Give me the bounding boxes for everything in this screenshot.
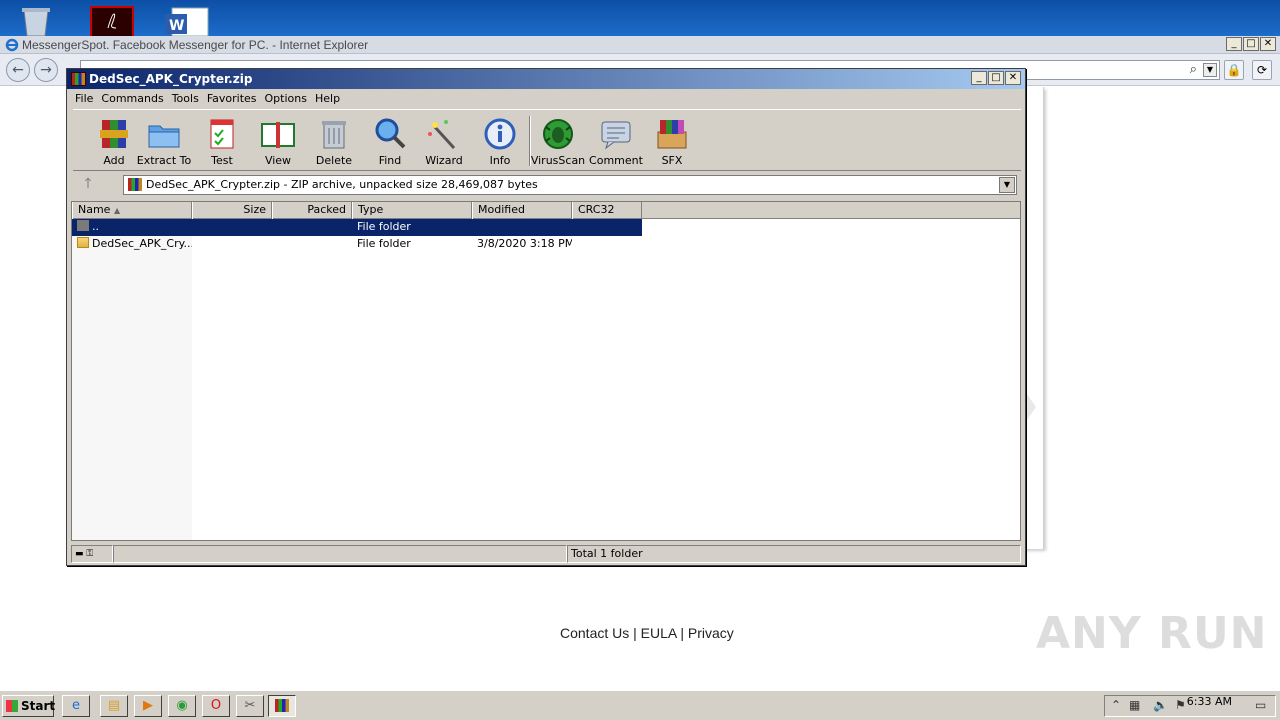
taskbar-opera-icon[interactable]: O xyxy=(202,695,230,717)
menu-help[interactable]: Help xyxy=(311,92,344,105)
file-list[interactable]: Name ▲ Size Packed Type Modified CRC32 .… xyxy=(71,201,1021,541)
menu-commands[interactable]: Commands xyxy=(97,92,167,105)
add-archive-icon xyxy=(96,116,132,152)
desktop: W xyxy=(0,0,1280,36)
windows-flag-icon xyxy=(6,700,18,712)
delete-button[interactable]: Delete xyxy=(305,112,363,168)
minimize-button[interactable]: _ xyxy=(1226,37,1242,51)
archive-icon xyxy=(128,178,142,191)
winrar-window: DedSec_APK_Crypter.zip _ □ ✕ File Comman… xyxy=(66,68,1026,566)
comment-icon xyxy=(598,116,634,152)
taskbar-winrar-icon[interactable] xyxy=(268,695,296,717)
menu-favorites[interactable]: Favorites xyxy=(203,92,261,105)
winrar-minimize-button[interactable]: _ xyxy=(971,71,987,85)
start-button[interactable]: Start xyxy=(2,695,55,717)
column-crc32[interactable]: CRC32 xyxy=(572,202,642,219)
recycle-bin-icon[interactable] xyxy=(18,6,58,36)
folder-icon xyxy=(77,237,89,248)
acrobat-icon[interactable] xyxy=(90,6,134,36)
ie-titlebar: MessengerSpot. Facebook Messenger for PC… xyxy=(0,36,1280,54)
virus-bug-icon xyxy=(540,116,576,152)
winrar-toolbar: Add Extract To Test View Delete Find Wiz… xyxy=(73,109,1021,171)
archive-path-field[interactable]: DedSec_APK_Crypter.zip - ZIP archive, un… xyxy=(123,175,1017,195)
show-desktop-icon[interactable]: ▭ xyxy=(1255,698,1266,712)
info-icon xyxy=(482,116,518,152)
winrar-statusbar: ▬ ⚿ Total 1 folder xyxy=(71,545,1021,563)
winrar-titlebar: DedSec_APK_Crypter.zip _ □ ✕ xyxy=(67,69,1025,89)
action-center-flag-icon[interactable]: ⚑ xyxy=(1175,698,1186,712)
close-button[interactable]: ✕ xyxy=(1260,37,1276,51)
drive-key-icons[interactable]: ▬ ⚿ xyxy=(71,545,113,563)
taskbar-chrome-icon[interactable]: ◉ xyxy=(168,695,196,717)
menu-tools[interactable]: Tools xyxy=(168,92,203,105)
winrar-maximize-button[interactable]: □ xyxy=(988,71,1004,85)
name-column-shading xyxy=(72,219,192,540)
menu-options[interactable]: Options xyxy=(261,92,311,105)
footer-links[interactable]: Contact Us | EULA | Privacy xyxy=(560,625,734,641)
tray-expand-icon[interactable]: ⌃ xyxy=(1111,698,1121,712)
comment-button[interactable]: Comment xyxy=(587,112,645,168)
magnifier-icon xyxy=(372,116,408,152)
sfx-button[interactable]: SFX xyxy=(643,112,701,168)
volume-icon[interactable]: 🔈 xyxy=(1153,698,1168,712)
find-button[interactable]: Find xyxy=(361,112,419,168)
column-packed[interactable]: Packed xyxy=(272,202,352,219)
info-button[interactable]: Info xyxy=(471,112,529,168)
back-button[interactable]: ← xyxy=(6,58,30,82)
address-dropdown-button[interactable]: ▼ xyxy=(1203,63,1217,77)
winrar-logo-icon xyxy=(71,72,86,86)
column-size[interactable]: Size xyxy=(192,202,272,219)
view-button[interactable]: View xyxy=(249,112,307,168)
path-dropdown-button[interactable]: ▼ xyxy=(999,177,1015,193)
column-type[interactable]: Type xyxy=(352,202,472,219)
taskbar-ie-icon[interactable]: e xyxy=(62,695,90,717)
up-folder-button[interactable]: ↑ xyxy=(77,176,99,194)
column-name[interactable]: Name ▲ xyxy=(72,202,192,219)
column-header: Name ▲ Size Packed Type Modified CRC32 xyxy=(72,202,1020,219)
svg-text:W: W xyxy=(169,18,184,34)
forward-button[interactable]: → xyxy=(34,58,58,82)
taskbar-media-player-icon[interactable]: ▶ xyxy=(134,695,162,717)
archive-path-text: DedSec_APK_Crypter.zip - ZIP archive, un… xyxy=(146,178,538,191)
status-total: Total 1 folder xyxy=(567,545,1021,563)
anyrun-watermark: ANY RUN xyxy=(1036,608,1268,659)
menu-file[interactable]: File xyxy=(71,92,97,105)
column-modified[interactable]: Modified xyxy=(472,202,572,219)
winrar-close-button[interactable]: ✕ xyxy=(1005,71,1021,85)
winrar-pathbar: ↑ DedSec_APK_Crypter.zip - ZIP archive, … xyxy=(73,173,1021,197)
lock-icon[interactable]: 🔒 xyxy=(1224,60,1244,80)
status-left xyxy=(113,545,567,563)
table-row[interactable]: .. File folder xyxy=(72,219,642,236)
wizard-button[interactable]: Wizard xyxy=(415,112,473,168)
virusscan-button[interactable]: VirusScan xyxy=(529,112,587,168)
winrar-menubar: File Commands Tools Favorites Options He… xyxy=(67,89,1025,107)
ie-title: MessengerSpot. Facebook Messenger for PC… xyxy=(22,38,369,52)
parent-folder-icon xyxy=(77,220,89,231)
magic-wand-icon xyxy=(426,116,462,152)
sfx-box-icon xyxy=(654,116,690,152)
taskbar-explorer-icon[interactable]: ▤ xyxy=(100,695,128,717)
extract-to-button[interactable]: Extract To xyxy=(135,112,193,168)
sort-ascending-icon: ▲ xyxy=(113,206,121,215)
taskbar: Start e ▤ ▶ ◉ O ✂ ⌃ ▦ 🔈 ⚑ ▭ 6:33 AM xyxy=(0,690,1280,720)
refresh-icon[interactable]: ⟳ xyxy=(1252,60,1272,80)
test-checklist-icon xyxy=(204,116,240,152)
table-row[interactable]: DedSec_APK_Cry... File folder 3/8/2020 3… xyxy=(72,236,642,253)
trash-can-icon xyxy=(316,116,352,152)
test-button[interactable]: Test xyxy=(193,112,251,168)
folder-extract-icon xyxy=(146,116,182,152)
network-icon[interactable]: ▦ xyxy=(1129,698,1140,712)
maximize-button[interactable]: □ xyxy=(1243,37,1259,51)
taskbar-tool-icon[interactable]: ✂ xyxy=(236,695,264,717)
word-doc-icon[interactable]: W xyxy=(164,6,209,36)
book-icon xyxy=(260,116,296,152)
winrar-title: DedSec_APK_Crypter.zip xyxy=(89,72,253,86)
ie-logo-icon xyxy=(5,38,19,52)
clock[interactable]: 6:33 AM xyxy=(1187,695,1232,708)
search-icon[interactable]: ⌕ xyxy=(1190,62,1197,77)
